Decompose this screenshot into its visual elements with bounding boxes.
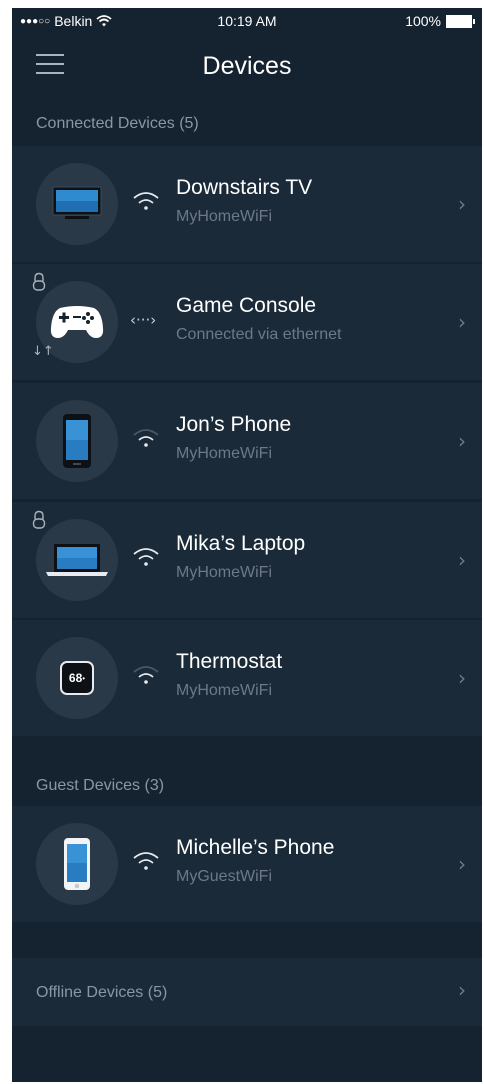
connected-devices-header: Connected Devices (5): [36, 115, 199, 132]
chevron-right-icon: ›: [458, 852, 466, 876]
device-name: Jon’s Phone: [176, 413, 292, 436]
device-network: MyGuestWiFi: [176, 868, 272, 885]
device-network: Connected via ethernet: [176, 326, 342, 343]
device-row-michelles-phone[interactable]: Michelle’s Phone MyGuestWiFi ›: [12, 806, 482, 922]
phone-icon: [63, 414, 91, 468]
wifi-strong-icon: [133, 852, 159, 870]
laptop-icon: [46, 544, 108, 576]
chevron-right-icon: ›: [458, 429, 466, 453]
status-bar: ●●●○○ Belkin 10:19 AM 100%: [12, 8, 482, 34]
chevron-right-icon: ›: [458, 548, 466, 572]
thermostat-display: 68: [68, 671, 83, 685]
tv-icon: [52, 186, 102, 219]
phone-screen: ●●●○○ Belkin 10:19 AM 100% Devices Conne…: [12, 8, 482, 1082]
device-network: MyHomeWiFi: [176, 564, 272, 581]
wifi-strong-icon: [133, 548, 159, 566]
guest-devices-header: Guest Devices (3): [36, 777, 165, 794]
device-name: Game Console: [176, 294, 317, 317]
battery-icon: [446, 14, 475, 28]
device-avatar: 68 •: [36, 637, 118, 719]
battery-percent: 100%: [405, 13, 441, 29]
chevron-right-icon: ›: [458, 310, 466, 334]
lock-icon: [32, 272, 46, 291]
device-name: Michelle’s Phone: [176, 836, 335, 859]
offline-devices-row[interactable]: Offline Devices (5) ›: [12, 958, 482, 1026]
phone-icon: [64, 838, 90, 890]
device-avatar: [36, 163, 118, 245]
device-name: Thermostat: [176, 650, 283, 673]
device-avatar: [36, 823, 118, 905]
device-network: MyHomeWiFi: [176, 208, 272, 225]
device-row-downstairs-tv[interactable]: Downstairs TV MyHomeWiFi ›: [12, 146, 482, 262]
device-row-thermostat[interactable]: 68 • Thermostat MyHomeWiFi ›: [12, 620, 482, 736]
device-avatar: [36, 400, 118, 482]
chevron-right-icon: ›: [458, 192, 466, 216]
gamepad-icon: [50, 306, 104, 338]
transfer-arrows-icon: ↓↑: [32, 344, 54, 359]
chevron-right-icon: ›: [458, 666, 466, 690]
device-row-mikas-laptop[interactable]: Mika’s Laptop MyHomeWiFi ›: [12, 502, 482, 618]
battery-status: 100%: [405, 13, 475, 29]
device-name: Downstairs TV: [176, 176, 313, 199]
thermostat-icon: 68 •: [60, 661, 94, 695]
nav-bar: Devices: [12, 38, 482, 94]
device-name: Mika’s Laptop: [176, 532, 306, 555]
chevron-right-icon: ›: [458, 978, 466, 1002]
wifi-weak-icon: [133, 429, 159, 447]
page-title: Devices: [202, 52, 292, 80]
device-row-jons-phone[interactable]: Jon’s Phone MyHomeWiFi ›: [12, 383, 482, 499]
device-network: MyHomeWiFi: [176, 445, 272, 462]
ethernet-icon: ‹···›: [130, 311, 157, 329]
device-avatar: [36, 519, 118, 601]
device-row-game-console[interactable]: ↓↑ ‹···› Game Console Connected via ethe…: [12, 264, 482, 380]
lock-icon: [32, 510, 46, 529]
wifi-strong-icon: [133, 192, 159, 210]
device-network: MyHomeWiFi: [176, 682, 272, 699]
offline-devices-label: Offline Devices (5): [36, 984, 168, 1001]
wifi-weak-icon: [133, 666, 159, 684]
